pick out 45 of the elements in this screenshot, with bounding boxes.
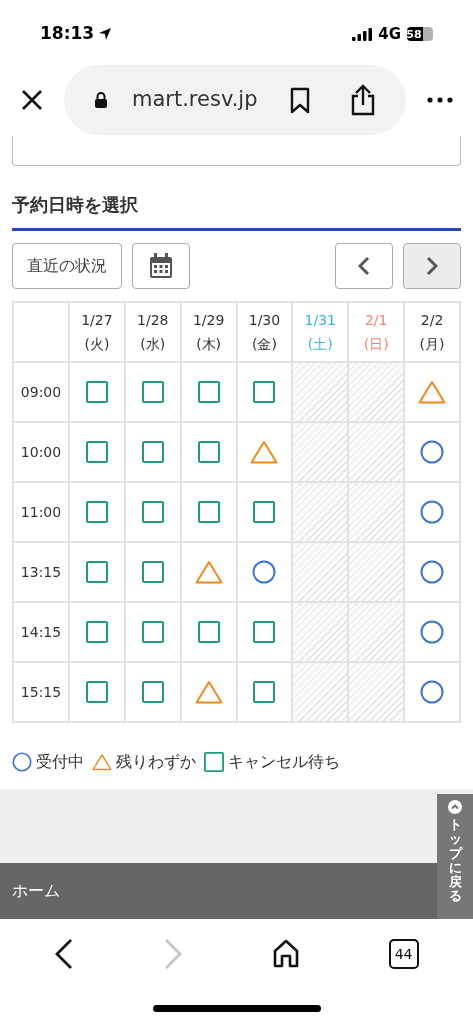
home-link[interactable]: ホーム bbox=[12, 879, 60, 903]
date-header: 1/29 (木) bbox=[191, 311, 226, 354]
date-header: 2/2 (月) bbox=[418, 311, 446, 354]
previous-week-button[interactable] bbox=[335, 243, 393, 289]
address-bar[interactable]: mart.resv.jp bbox=[64, 65, 406, 135]
home-icon bbox=[271, 939, 300, 969]
date-header: 1/27 (火) bbox=[80, 311, 114, 354]
calendar-icon bbox=[149, 253, 173, 279]
chevron-left-icon bbox=[358, 256, 370, 276]
home-button[interactable] bbox=[271, 939, 300, 969]
lock-icon bbox=[94, 91, 108, 109]
time-label: 09:00 bbox=[20, 384, 62, 400]
bookmark-icon bbox=[290, 86, 310, 114]
chevron-right-icon bbox=[163, 938, 184, 970]
time-label: 13:15 bbox=[20, 564, 62, 580]
time-label: 10:00 bbox=[20, 444, 62, 460]
time-label: 15:15 bbox=[20, 684, 62, 700]
tabs-button[interactable]: 44 bbox=[388, 939, 419, 969]
section-heading: 予約日時を選択 bbox=[12, 193, 139, 217]
legend-label: 受付中 bbox=[36, 751, 84, 773]
time-label: 14:15 bbox=[20, 624, 62, 640]
date-header: 1/31 (土) bbox=[303, 311, 337, 354]
url-text: mart.resv.jp bbox=[132, 86, 258, 114]
chevron-up-icon bbox=[448, 800, 462, 814]
more-icon bbox=[427, 97, 453, 103]
time-label: 11:00 bbox=[20, 504, 62, 520]
back-button[interactable] bbox=[54, 938, 75, 970]
chevron-right-icon bbox=[426, 256, 438, 276]
location-arrow-icon bbox=[98, 27, 113, 41]
clock-time: 18:13 bbox=[40, 22, 95, 46]
date-header: 2/1 (日) bbox=[362, 311, 390, 354]
network-label: 4G bbox=[378, 23, 401, 45]
more-button[interactable] bbox=[427, 97, 453, 103]
close-icon bbox=[20, 88, 44, 112]
signal-icon bbox=[352, 27, 373, 41]
legend-label: 残りわずか bbox=[116, 751, 196, 773]
chevron-left-icon bbox=[54, 938, 75, 970]
recent-status-button[interactable]: 直近の状況 bbox=[12, 243, 122, 289]
battery-percent: 58 bbox=[407, 28, 423, 40]
date-header: 1/28 (水) bbox=[136, 311, 170, 354]
date-header: 1/30 (金) bbox=[247, 311, 282, 354]
legend-label: キャンセル待ち bbox=[228, 751, 340, 773]
back-to-top-button[interactable]: トップに戻る bbox=[437, 794, 473, 919]
share-icon bbox=[350, 84, 376, 116]
calendar-button[interactable] bbox=[132, 243, 190, 289]
